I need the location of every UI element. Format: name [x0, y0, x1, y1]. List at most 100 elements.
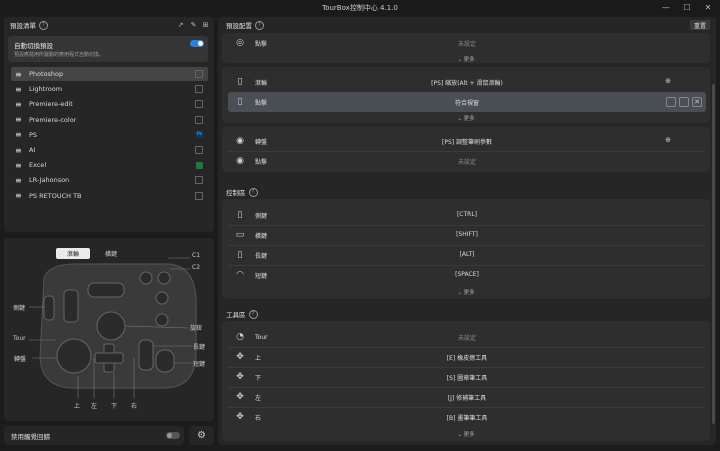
preset-list-header: 預設清單 ?: [10, 20, 48, 30]
scroll-icon: ▯: [237, 97, 243, 107]
more-label: 更多: [463, 290, 475, 296]
menu-icon[interactable]: ≡: [15, 100, 23, 109]
help-icon[interactable]: ?: [255, 20, 264, 30]
preset-name: PS: [29, 130, 38, 139]
left-label: 左: [91, 403, 98, 410]
preset-item[interactable]: ≡ PS Ps: [11, 128, 208, 142]
short-key-icon: ◠: [236, 270, 244, 280]
scrollbar[interactable]: [712, 84, 715, 424]
config-row[interactable]: ✥ 下 [S] 圖章筆工具: [228, 367, 706, 387]
preset-item[interactable]: ≡ Lightroom: [11, 82, 208, 96]
export-icon[interactable]: ↗: [176, 20, 185, 29]
tourbox-device-image: [29, 257, 197, 398]
preset-item[interactable]: ≡ Premiere-edit: [11, 97, 208, 111]
menu-icon[interactable]: ≡: [15, 130, 23, 139]
close-button[interactable]: ✕: [698, 0, 718, 15]
help-icon[interactable]: ?: [248, 187, 258, 197]
config-row[interactable]: ◉ 點擊 未設定: [228, 151, 706, 171]
section-title: 控制區?: [226, 187, 258, 197]
duplicate-icon[interactable]: [666, 97, 676, 107]
preset-item[interactable]: ≡ Photoshop: [11, 67, 208, 81]
config-row[interactable]: ◔ Tour 未設定: [228, 327, 706, 347]
help-icon[interactable]: ?: [248, 309, 258, 319]
maximize-button[interactable]: ☐: [677, 0, 697, 15]
config-row[interactable]: ✥ 上 [E] 橡皮擦工具: [228, 347, 706, 367]
more-toggle[interactable]: ⌄ 更多: [222, 114, 710, 122]
tall-label: 長鍵: [193, 344, 206, 351]
config-row[interactable]: ◎ 點擊 未設定: [228, 33, 706, 53]
top-key-shape: [87, 282, 125, 298]
row-label: 上: [255, 354, 262, 362]
link-icon: [195, 100, 203, 109]
config-row[interactable]: ▯ 點擊 符合視窗 ✕: [228, 92, 706, 112]
help-icon[interactable]: ?: [39, 20, 48, 30]
preset-name: Premiere-color: [29, 115, 77, 124]
tall-key-icon: ▯: [237, 250, 243, 260]
excel-app-icon: [196, 161, 203, 169]
dpad-right-icon: ✥: [236, 412, 244, 422]
preset-item[interactable]: ≡ Excel: [11, 158, 208, 172]
config-row[interactable]: ✥ 左 [J] 修補筆工具: [228, 387, 706, 407]
auto-switch-toggle[interactable]: [190, 40, 204, 47]
preset-item[interactable]: ≡ PS RETOUCH TB: [11, 189, 208, 203]
link-icon: [195, 85, 203, 94]
menu-icon[interactable]: ≡: [15, 161, 23, 170]
add-icon[interactable]: ⊞: [201, 20, 210, 29]
row-label: 點擊: [255, 158, 268, 166]
reset-button[interactable]: 重置: [690, 20, 710, 30]
more-toggle[interactable]: ⌄ 更多: [222, 288, 710, 296]
edit-icon[interactable]: ✎: [189, 20, 198, 29]
close-icon[interactable]: ✕: [692, 97, 702, 107]
preset-item[interactable]: ≡ AI: [11, 143, 208, 157]
menu-icon[interactable]: ≡: [15, 146, 23, 155]
link-icon: [195, 115, 203, 124]
row-label: 滾輪: [255, 79, 268, 87]
c2-label: C2: [192, 264, 201, 271]
combo-icon[interactable]: ⊕: [664, 77, 672, 85]
row-label: Tour: [255, 333, 268, 341]
menu-icon[interactable]: ≡: [15, 85, 23, 94]
preset-item[interactable]: ≡ Premiere-color: [11, 113, 208, 127]
haptic-label: 禁用觸覺回饋: [11, 433, 50, 441]
more-label: 更多: [463, 116, 475, 122]
config-row[interactable]: ▯ 側鍵 [CTRL]: [228, 205, 706, 225]
side-label: 側鍵: [13, 305, 26, 312]
preset-item[interactable]: ≡ LR-Jahonson: [11, 173, 208, 187]
tour-icon: ◔: [236, 332, 244, 342]
menu-icon[interactable]: ≡: [15, 191, 23, 200]
dpad-up-icon: ✥: [236, 352, 244, 362]
menu-icon[interactable]: ≡: [15, 176, 23, 185]
row-label: 橫鍵: [255, 232, 268, 240]
copy-icon[interactable]: [679, 97, 689, 107]
haptic-toggle[interactable]: [166, 432, 180, 439]
config-row[interactable]: ▯ 滾輪 [PS] 縮放(Alt + 滑鼠滾輪) ⊕: [228, 72, 706, 92]
tour-label: Tour: [13, 335, 26, 342]
preset-config-header: 預設配置 ?: [226, 20, 264, 30]
more-toggle[interactable]: ⌄ 更多: [222, 55, 710, 63]
combo-icon[interactable]: ⊕: [664, 136, 672, 144]
menu-icon[interactable]: ≡: [15, 70, 23, 79]
more-toggle[interactable]: ⌄ 更多: [222, 430, 710, 438]
c1-label: C1: [192, 252, 201, 259]
row-label: 左: [255, 394, 262, 402]
top-key-icon: ▭: [235, 230, 245, 240]
section-title: 工具區?: [226, 309, 258, 319]
preset-name: Premiere-edit: [29, 100, 73, 109]
tall-key-shape: [138, 339, 154, 371]
dial-icon: ◉: [236, 136, 244, 146]
scroll-icon: ▯: [237, 77, 243, 87]
config-row[interactable]: ◉ 轉盤 [PS] 調整筆刷參數 ⊕: [228, 131, 706, 151]
config-row[interactable]: ◠ 短鍵 [SPACE]: [228, 265, 706, 285]
minimize-button[interactable]: —: [656, 0, 676, 15]
right-label: 右: [131, 403, 138, 410]
ps-app-icon: Ps: [196, 131, 203, 139]
dpad-down-icon: ✥: [236, 372, 244, 382]
knob-icon: ◎: [236, 38, 244, 48]
config-row[interactable]: ✥ 右 [B] 畫筆筆工具: [228, 407, 706, 427]
settings-gear-icon[interactable]: ⚙: [189, 426, 214, 445]
row-label: 短鍵: [255, 272, 268, 280]
config-row[interactable]: ▭ 橫鍵 [SHIFT]: [228, 225, 706, 245]
preset-name: AI: [29, 146, 36, 154]
menu-icon[interactable]: ≡: [15, 115, 23, 124]
config-row[interactable]: ▯ 長鍵 [ALT]: [228, 245, 706, 265]
